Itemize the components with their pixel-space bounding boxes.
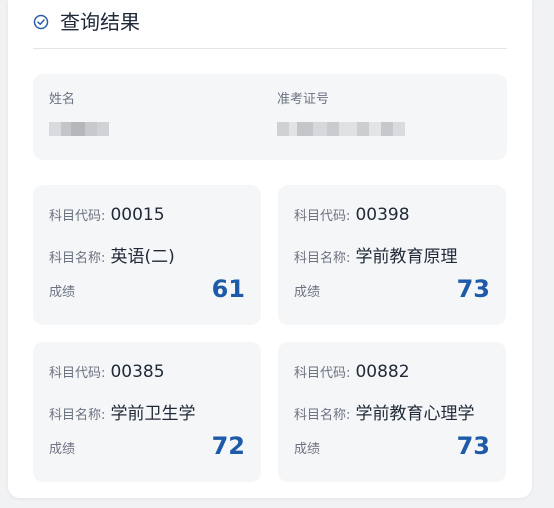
candidate-info: 姓名 准考证号 [33,74,507,160]
results-card: 查询结果 姓名 准考证号 科目代码: 00015 科目名称: 英语(二) 成绩 … [8,0,532,498]
subject-code-row: 科目代码: 00015 [49,205,165,225]
subject-code-row: 科目代码: 00398 [294,205,410,225]
score-label: 成绩 [294,285,321,300]
subject-code: 00398 [355,205,410,225]
score-row: 成绩 [49,438,75,457]
subject-code: 00882 [355,362,410,382]
subject-name-label: 科目名称: [49,408,106,423]
score-value: 61 [211,275,245,303]
subject-name: 英语(二) [110,247,175,267]
score-row: 成绩 [49,281,75,300]
subject-name-row: 科目名称: 学前教育心理学 [294,399,474,424]
subject-card: 科目代码: 00015 科目名称: 英语(二) 成绩 61 [33,185,261,325]
name-redacted [49,122,109,136]
subject-code-row: 科目代码: 00882 [294,362,410,382]
results-header: 查询结果 [33,10,507,49]
ticket-number-redacted [277,122,405,136]
ticket-number-field: 准考证号 [277,91,405,136]
score-label: 成绩 [49,285,76,300]
subject-name-label: 科目名称: [49,251,106,266]
score-value: 72 [211,432,245,460]
subject-name-label: 科目名称: [294,251,351,266]
subject-name-row: 科目名称: 学前教育原理 [294,242,457,267]
score-value: 73 [456,432,490,460]
subject-code-label: 科目代码: [294,366,351,381]
subject-code-label: 科目代码: [49,209,106,224]
subject-card: 科目代码: 00385 科目名称: 学前卫生学 成绩 72 [33,342,261,482]
score-row: 成绩 [294,281,320,300]
score-value: 73 [456,275,490,303]
name-label: 姓名 [49,92,76,107]
name-field: 姓名 [49,91,109,136]
subject-code-label: 科目代码: [294,209,351,224]
subject-name-label: 科目名称: [294,408,351,423]
page-title: 查询结果 [60,10,140,34]
subject-name: 学前教育原理 [355,247,458,267]
ticket-number-label: 准考证号 [277,92,330,107]
subject-code-label: 科目代码: [49,366,106,381]
score-label: 成绩 [294,442,321,457]
score-row: 成绩 [294,438,320,457]
subject-name: 学前卫生学 [110,404,196,424]
subject-name: 学前教育心理学 [355,404,475,424]
subject-card: 科目代码: 00398 科目名称: 学前教育原理 成绩 73 [278,185,506,325]
subject-code: 00385 [110,362,165,382]
subject-name-row: 科目名称: 英语(二) [49,242,175,267]
check-circle-icon [33,14,49,30]
score-label: 成绩 [49,442,76,457]
subject-card: 科目代码: 00882 科目名称: 学前教育心理学 成绩 73 [278,342,506,482]
subject-code: 00015 [110,205,165,225]
subject-code-row: 科目代码: 00385 [49,362,165,382]
subject-name-row: 科目名称: 学前卫生学 [49,399,195,424]
